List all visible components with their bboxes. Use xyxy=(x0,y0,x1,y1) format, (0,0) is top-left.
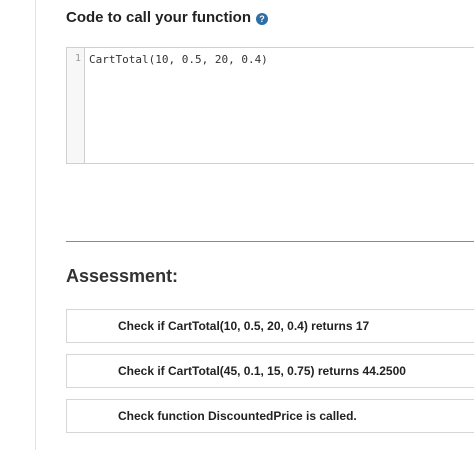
assessment-check-text: Check function DiscountedPrice is called… xyxy=(118,409,357,423)
assessment-title: Assessment: xyxy=(66,266,179,286)
left-border-line xyxy=(35,0,36,450)
section-divider xyxy=(66,241,474,242)
code-editor[interactable]: 1 CartTotal(10, 0.5, 20, 0.4) xyxy=(66,47,474,164)
code-section-title: Code to call your function xyxy=(66,9,252,26)
assessment-check-item: Check if CartTotal(45, 0.1, 15, 0.75) re… xyxy=(66,354,474,388)
line-number: 1 xyxy=(74,53,81,64)
code-section-header: Code to call your function ? xyxy=(66,9,269,27)
editor-gutter: 1 xyxy=(67,48,85,163)
assessment-check-item: Check if CartTotal(10, 0.5, 20, 0.4) ret… xyxy=(66,309,474,343)
code-line[interactable]: CartTotal(10, 0.5, 20, 0.4) xyxy=(89,53,268,66)
assessment-check-text: Check if CartTotal(10, 0.5, 20, 0.4) ret… xyxy=(118,319,370,333)
question-circle-icon[interactable]: ? xyxy=(256,12,269,25)
assessment-check-item: Check function DiscountedPrice is called… xyxy=(66,399,474,433)
code-assessment-panel: Code to call your function ? 1 CartTotal… xyxy=(0,0,474,450)
assessment-check-text: Check if CartTotal(45, 0.1, 15, 0.75) re… xyxy=(118,364,406,378)
